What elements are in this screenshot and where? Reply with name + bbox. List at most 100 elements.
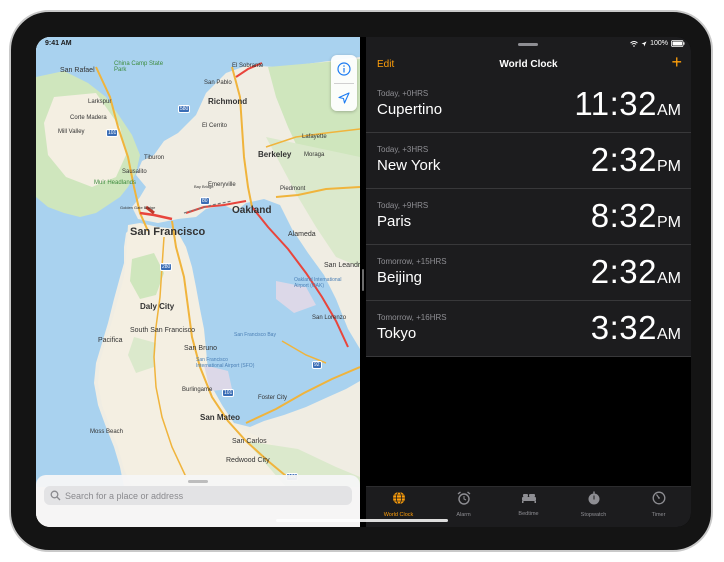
split-view-handle[interactable] <box>362 269 364 291</box>
nav-bar: 100% Edit World Clock + <box>366 37 691 77</box>
maps-app: China Camp State Park San Rafael El Sobran… <box>36 37 360 527</box>
map-place-label[interactable]: Lafayette <box>302 134 327 140</box>
status-time: 9:41 AM <box>45 40 72 47</box>
tab-label: World Clock <box>383 512 414 518</box>
clock-row[interactable]: Today, +9HRS Paris 8:32PM <box>366 189 691 245</box>
info-button[interactable] <box>331 55 357 83</box>
map-place-label[interactable]: Redwood City <box>226 457 270 464</box>
time-offset: Today, +9HRS <box>377 201 429 210</box>
status-right: 100% <box>630 40 685 47</box>
map-place-label[interactable]: China Camp State Park <box>114 61 174 73</box>
time-ampm: PM <box>657 214 681 231</box>
map-place-label[interactable]: San Lorenzo <box>312 315 346 321</box>
map-place-label[interactable]: Richmond <box>208 97 247 106</box>
city-name: Cupertino <box>377 101 443 118</box>
clock-time: 2:32AM <box>591 253 681 291</box>
clock-row[interactable]: Tomorrow, +15HRS Beijing 2:32AM <box>366 245 691 301</box>
clock-time: 11:32AM <box>574 85 681 123</box>
map-place-label[interactable]: Oakland <box>232 205 271 216</box>
map-place-label[interactable]: Moraga <box>304 152 324 158</box>
bed-icon <box>521 491 537 509</box>
highway-shield: 101 <box>106 129 119 137</box>
clock-app: 100% Edit World Clock + Today, +0HRS Cupe… <box>366 37 691 527</box>
time-offset: Today, +0HRS <box>377 89 429 98</box>
add-city-button[interactable]: + <box>671 53 682 71</box>
map-place-label[interactable]: Bay Bridge <box>194 184 214 189</box>
time-ampm: AM <box>657 102 681 119</box>
tab-bedtime[interactable]: Bedtime <box>496 487 561 527</box>
map-place-label[interactable]: San Francisco Bay <box>234 332 276 338</box>
map-controls <box>331 55 357 111</box>
stopwatch-icon <box>587 491 601 510</box>
tab-label: Bedtime <box>518 511 539 517</box>
battery-icon <box>671 40 685 47</box>
map-place-label[interactable]: Muir Headlands <box>94 180 136 186</box>
city-name: Tokyo <box>377 325 417 342</box>
highway-shield: 92 <box>312 361 322 369</box>
map-place-label[interactable]: San Francisco International Airport (SFO… <box>196 357 256 369</box>
map-place-label[interactable]: Larkspur <box>88 99 111 105</box>
map-place-label[interactable]: El Cerrito <box>202 123 227 129</box>
map-place-label[interactable]: San Francisco <box>130 226 205 238</box>
nav-title: World Clock <box>499 59 558 70</box>
city-name: Beijing <box>377 269 423 286</box>
sheet-grabber[interactable] <box>188 480 208 483</box>
time-digits: 11:32 <box>574 85 657 122</box>
map-place-label[interactable]: Corte Madera <box>70 115 107 121</box>
highway-shield: 101 <box>222 389 235 397</box>
map-place-label[interactable]: Piedmont <box>280 186 305 192</box>
map-place-label[interactable]: Daly City <box>140 302 174 311</box>
time-ampm: AM <box>657 326 681 343</box>
alarm-icon <box>457 491 471 510</box>
time-ampm: PM <box>657 158 681 175</box>
time-digits: 2:32 <box>590 141 657 178</box>
world-clock-list: Today, +0HRS Cupertino 11:32AM Today, +3HRS… <box>366 77 691 357</box>
clock-row[interactable]: Today, +0HRS Cupertino 11:32AM <box>366 77 691 133</box>
search-field[interactable]: Search for a place or address <box>44 486 352 505</box>
map-place-label[interactable]: South San Francisco <box>130 327 195 334</box>
highway-shield: 80 <box>200 197 210 205</box>
time-digits: 3:32 <box>590 309 657 346</box>
map-place-label[interactable]: El Sobrante <box>232 63 263 69</box>
search-placeholder: Search for a place or address <box>65 490 184 501</box>
clock-time: 8:32PM <box>591 197 681 235</box>
map-place-label[interactable]: San Mateo <box>200 413 240 422</box>
map-place-label[interactable]: Sausalito <box>122 169 147 175</box>
time-offset: Tomorrow, +15HRS <box>377 257 447 266</box>
timer-icon <box>652 491 666 510</box>
tab-stopwatch[interactable]: Stopwatch <box>561 487 626 527</box>
map-place-label[interactable]: Alameda <box>288 231 316 238</box>
multitasking-pill[interactable] <box>518 43 538 46</box>
clock-time: 2:32PM <box>591 141 681 179</box>
search-icon <box>50 490 61 501</box>
location-arrow-icon <box>338 92 350 104</box>
map-place-label[interactable]: San Rafael <box>60 67 95 74</box>
info-icon <box>337 62 351 76</box>
tab-label: Stopwatch <box>580 512 607 518</box>
clock-row[interactable]: Tomorrow, +16HRS Tokyo 3:32AM <box>366 301 691 357</box>
time-digits: 2:32 <box>590 253 657 290</box>
location-icon <box>641 41 647 46</box>
map-place-label[interactable]: Mill Valley <box>58 129 85 135</box>
map-place-label[interactable]: Foster City <box>258 395 287 401</box>
map-place-label[interactable]: Pacifica <box>98 337 123 344</box>
clock-row[interactable]: Today, +3HRS New York 2:32PM <box>366 133 691 189</box>
map-place-label[interactable]: San Carlos <box>232 438 267 445</box>
map-place-label[interactable]: San Bruno <box>184 345 217 352</box>
map-place-label[interactable]: Burlingame <box>182 387 212 393</box>
home-indicator[interactable] <box>276 519 448 522</box>
map-place-label[interactable]: San Pablo <box>204 80 232 86</box>
locate-button[interactable] <box>331 84 357 112</box>
globe-icon <box>392 491 406 510</box>
city-name: New York <box>377 157 441 174</box>
map-place-label[interactable]: Berkeley <box>258 150 291 159</box>
time-ampm: AM <box>657 270 681 287</box>
map-place-label[interactable]: Golden Gate Bridge <box>120 205 155 210</box>
map-place-label[interactable]: San Leandro <box>324 262 360 269</box>
tab-timer[interactable]: Timer <box>626 487 691 527</box>
city-name: Paris <box>377 213 412 230</box>
map-place-label[interactable]: Tiburon <box>144 155 164 161</box>
map-place-label[interactable]: Oakland International Airport (OAK) <box>294 277 354 289</box>
map-place-label[interactable]: Moss Beach <box>90 429 123 435</box>
tab-label: Timer <box>651 512 666 518</box>
